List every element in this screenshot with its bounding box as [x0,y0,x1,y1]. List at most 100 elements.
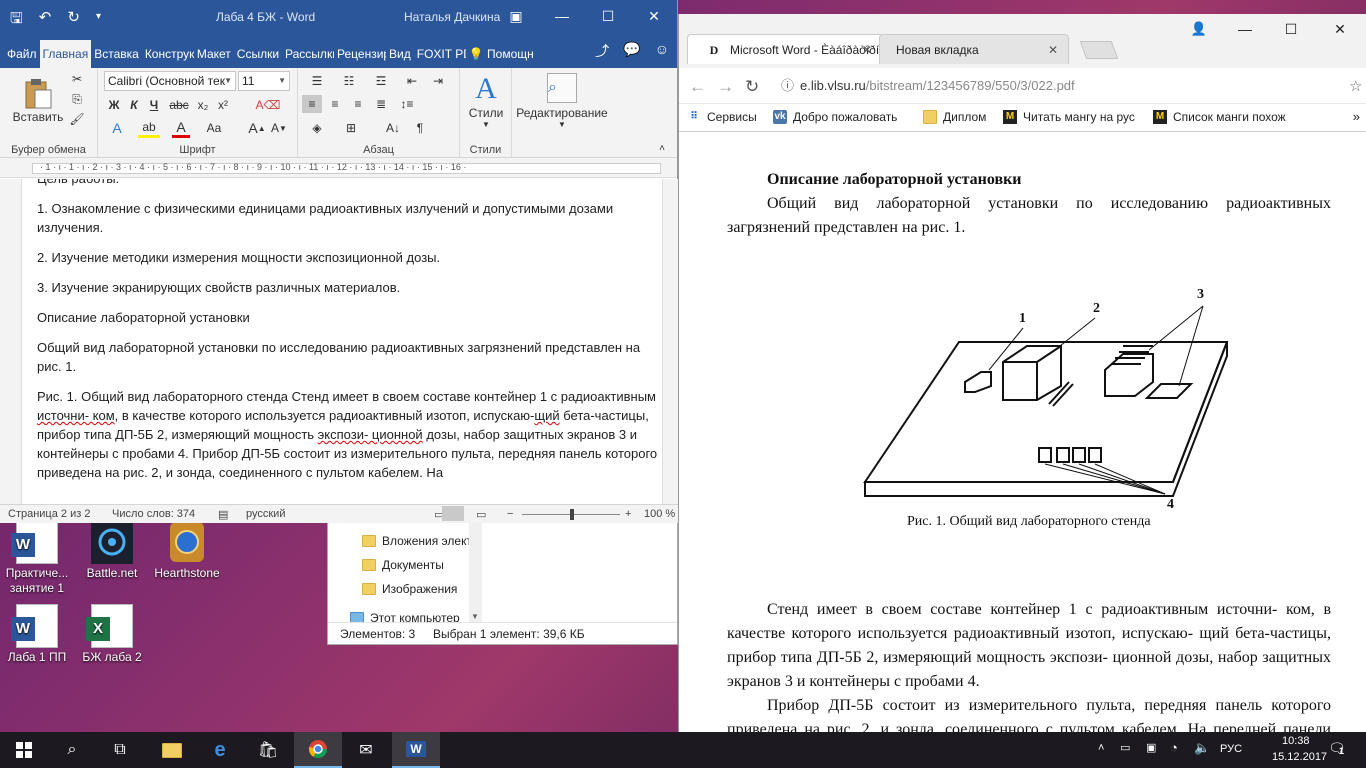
zoom-level[interactable]: 100 % [644,508,675,520]
styles-button[interactable]: A Стили ▼ [466,70,506,130]
text-effects-icon[interactable]: A [106,118,128,138]
bookmarks-overflow-icon[interactable]: » [1353,109,1360,124]
document-area[interactable]: Цель работы: 1. Ознакомление с физически… [0,179,678,504]
proofing-icon[interactable]: ▤ [218,508,228,521]
desktop-icon-hearthstone[interactable]: Hearthstone [150,520,224,581]
share-icon[interactable]: ⤴ [595,41,609,61]
tab-foxit[interactable]: FOXIT PDF [414,40,466,68]
wifi-icon[interactable]: ◔ [1170,740,1178,755]
shading-icon[interactable]: ◈ [304,118,330,138]
nav-item-attachments[interactable]: Вложения элект [362,534,472,548]
nav-item-pictures[interactable]: Изображения [362,582,457,596]
maximize-button[interactable]: ☐ [1268,14,1314,44]
notification-app-icon[interactable]: ▣ [1146,741,1156,754]
tab-new-tab[interactable]: Новая вкладка ✕ [879,34,1069,64]
line-spacing-icon[interactable]: ↕≡ [396,95,418,113]
back-icon[interactable]: ← [689,77,706,97]
print-layout-icon[interactable] [442,506,464,521]
bookmark-welcome[interactable]: vk Добро пожаловать [773,110,897,124]
bookmark-services[interactable]: ⠿ Сервисы [687,110,757,124]
ribbon-display-icon[interactable]: ▣ [493,0,539,34]
bookmark-diploma[interactable]: Диплом [923,110,986,124]
nav-item-this-pc[interactable]: Этот компьютер [350,612,460,622]
save-icon[interactable]: 🖫 [10,8,23,33]
decrease-indent-icon[interactable]: ⇤ [402,72,422,90]
minimize-button[interactable]: — [539,0,585,34]
underline-button[interactable]: Ч [146,96,162,114]
chrome-taskbar-icon[interactable] [294,732,342,768]
change-case-icon[interactable]: Aa [202,118,226,138]
paste-button[interactable]: Вставить [10,72,66,130]
close-button[interactable]: ✕ [631,0,677,34]
web-layout-icon[interactable]: ▭ [476,508,486,521]
highlight-icon[interactable]: ab [138,118,160,138]
start-button[interactable] [0,732,48,768]
cut-icon[interactable]: ✂ [68,70,86,88]
file-explorer-taskbar-icon[interactable] [148,732,196,768]
tab-mailings[interactable]: Рассылки [282,40,334,68]
subscript-button[interactable]: x₂ [194,96,212,114]
redo-icon[interactable]: ↻ [67,8,80,33]
show-marks-icon[interactable]: ¶ [410,118,430,138]
search-icon[interactable]: ⌕ [48,732,96,768]
tab-file[interactable]: Файл [4,40,40,68]
bookmark-star-icon[interactable]: ☆ [1349,77,1362,95]
increase-indent-icon[interactable]: ⇥ [428,72,448,90]
user-name[interactable]: Наталья Дачкина [404,10,500,24]
tab-home[interactable]: Главная [39,40,92,68]
undo-icon[interactable]: ↶ [39,8,52,33]
tell-me-box[interactable]: 💡 Помощн [466,40,536,68]
customize-qat-icon[interactable]: ▾ [96,8,101,33]
edge-taskbar-icon[interactable]: e [196,732,244,768]
bold-button[interactable]: Ж [106,96,122,114]
tab-review[interactable]: Рецензирование [334,40,386,68]
copy-icon[interactable]: ⎘ [68,90,86,108]
close-button[interactable]: ✕ [1314,14,1366,44]
network-icon[interactable]: ▭ [1120,741,1130,754]
new-tab-button[interactable] [1079,41,1119,59]
vertical-ruler[interactable] [0,179,22,504]
maximize-button[interactable]: ☐ [585,0,631,34]
language-indicator[interactable]: русский [246,508,285,520]
bookmark-manga-read[interactable]: M Читать мангу на рус [1003,110,1139,124]
desktop-icon-battlenet[interactable]: Battle.net [75,520,149,581]
forward-icon[interactable]: → [717,77,734,97]
comments-icon[interactable]: 💬 [623,41,640,61]
store-taskbar-icon[interactable]: 🛍 [244,732,292,768]
task-view-icon[interactable]: ⧉ [96,732,144,768]
word-taskbar-icon[interactable]: W [392,732,440,768]
tab-close-icon[interactable]: ✕ [1048,35,1058,64]
clock-date[interactable]: 15.12.2017 [1272,751,1327,763]
zoom-in-icon[interactable]: + [625,508,631,520]
format-painter-icon[interactable]: 🖌 [68,110,86,128]
tab-close-icon[interactable]: ✕ [862,35,872,64]
numbering-icon[interactable]: ☷ [336,72,362,90]
zoom-slider-thumb[interactable] [570,509,574,520]
tab-pdf[interactable]: D Microsoft Word - Èàáîðàòîðíàÿ ✕ [687,34,883,64]
editing-button[interactable]: ⌕ Редактирование ▼ [514,70,610,132]
mail-taskbar-icon[interactable]: ✉ [342,732,390,768]
collapse-ribbon-icon[interactable]: ˄ [655,142,669,154]
bullets-icon[interactable]: ☰ [304,72,330,90]
align-right-icon[interactable]: ≡ [348,95,368,113]
clock-time[interactable]: 10:38 [1282,735,1310,747]
font-color-icon[interactable]: A [172,118,190,138]
justify-icon[interactable]: ≣ [371,95,391,113]
horizontal-ruler[interactable]: · 1 · ı · 1 · ı · 2 · ı · 3 · ı · 4 · ı … [0,158,677,178]
align-center-icon[interactable]: ≡ [325,95,345,113]
italic-button[interactable]: К [126,96,142,114]
profile-icon[interactable]: 👤 [1176,14,1222,44]
reload-icon[interactable]: ↻ [745,77,759,97]
strikethrough-button[interactable]: abc [168,96,190,114]
multilevel-list-icon[interactable]: ☲ [368,72,394,90]
nav-pane-scrollbar[interactable]: ▼ [469,523,482,623]
sort-icon[interactable]: A↓ [382,118,404,138]
font-name-dropdown[interactable]: Calibri (Основной тек ▼ [104,71,236,91]
shrink-font-icon[interactable]: A ▼ [270,118,288,138]
tab-layout[interactable]: Макет [194,40,234,68]
word-count[interactable]: Число слов: 374 [112,508,195,520]
nav-item-documents[interactable]: Документы [362,558,444,572]
document-page[interactable]: Цель работы: 1. Ознакомление с физически… [37,179,662,493]
desktop-icon-lab1pp[interactable]: Лаба 1 ПП [0,604,74,665]
align-left-icon[interactable]: ≡ [302,95,322,113]
